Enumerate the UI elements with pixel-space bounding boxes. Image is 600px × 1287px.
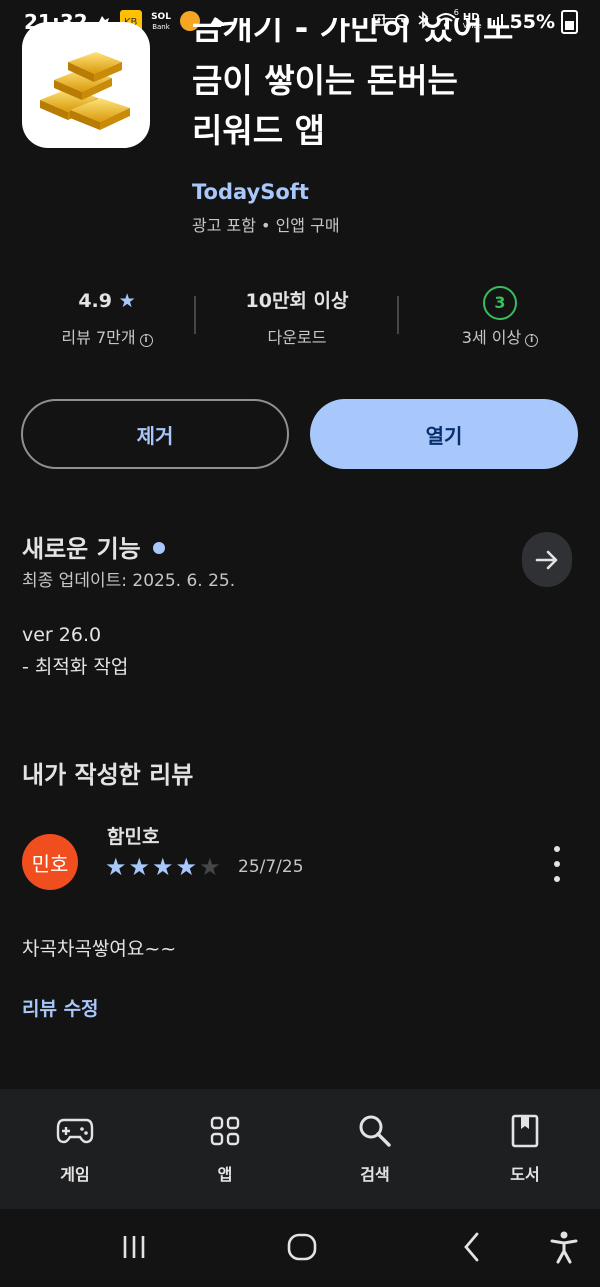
more-options-icon[interactable] <box>548 846 566 882</box>
sol-label: SOL <box>151 11 171 22</box>
star-filled-icon: ★ <box>152 853 174 881</box>
my-review-title: 내가 작성한 리뷰 <box>22 761 194 789</box>
downloads-value: 10만회 이상 <box>245 290 349 312</box>
accessibility-icon <box>550 1231 578 1264</box>
whats-new-header: 새로운 기능 <box>22 529 165 564</box>
downloads-stat: 10만회 이상 다운로드 <box>212 286 382 348</box>
nav-games[interactable]: 게임 <box>20 1089 130 1185</box>
wifi-number: 6 <box>453 8 459 17</box>
back-button[interactable] <box>450 1229 494 1265</box>
apps-grid-icon <box>170 1111 280 1151</box>
rating-value: 4.9 <box>78 290 112 312</box>
star-filled-icon: ★ <box>105 853 127 881</box>
app-title-line-1: 금캐기 - 가만히 있어도 <box>192 18 514 46</box>
recents-button[interactable] <box>112 1229 156 1265</box>
home-button[interactable] <box>280 1229 324 1265</box>
star-empty-icon: ★ <box>199 853 221 881</box>
whats-new-arrow-button[interactable] <box>522 532 572 587</box>
rating-stat[interactable]: 4.9 ★ 리뷰 7만개 i <box>22 286 192 348</box>
nav-apps-label: 앱 <box>217 1165 233 1184</box>
system-navigation-bar <box>0 1209 600 1287</box>
accessibility-button[interactable] <box>544 1229 584 1265</box>
version-text: ver 26.0 <box>22 624 102 646</box>
home-icon <box>287 1233 317 1261</box>
star-rating: ★ ★ ★ ★ ★ <box>105 853 221 881</box>
gold-bars-icon <box>40 52 130 130</box>
arrow-right-icon <box>535 550 558 569</box>
reviewer-name: 함민호 <box>107 826 160 848</box>
open-button[interactable]: 열기 <box>310 399 578 469</box>
star-filled-icon: ★ <box>175 853 198 881</box>
nav-search[interactable]: 검색 <box>320 1089 430 1185</box>
book-icon <box>470 1111 580 1151</box>
nav-search-label: 검색 <box>360 1165 390 1184</box>
nav-games-label: 게임 <box>60 1165 90 1184</box>
app-title: 금캐기 - 가만히 있어도 금이 쌓이는 돈버는 리워드 앱 <box>192 18 572 156</box>
age-rating-label: 3세 이상 <box>461 328 522 347</box>
app-title-line-2: 금이 쌓이는 돈버는 <box>192 61 458 100</box>
nav-books[interactable]: 도서 <box>470 1089 580 1185</box>
reviews-count: 리뷰 7만개 <box>61 328 136 347</box>
stat-divider <box>194 296 196 334</box>
developer-link[interactable]: TodaySoft <box>192 180 309 204</box>
new-indicator-dot <box>152 542 165 554</box>
app-subinfo: 광고 포함 • 인앱 구매 <box>192 216 340 235</box>
info-icon: i <box>139 334 153 347</box>
stat-divider <box>397 296 399 334</box>
review-date: 25/7/25 <box>238 857 304 877</box>
nav-apps[interactable]: 앱 <box>170 1089 280 1185</box>
age-rating-stat[interactable]: 3 3세 이상 i <box>415 286 585 348</box>
app-title-line-3: 리워드 앱 <box>192 111 325 150</box>
sol-bank-icon: SOL Bank <box>148 10 174 32</box>
info-icon: i <box>525 334 539 347</box>
uninstall-button[interactable]: 제거 <box>21 399 289 469</box>
avatar: 민호 <box>22 834 78 890</box>
app-icon <box>22 22 150 148</box>
nav-books-label: 도서 <box>510 1165 540 1184</box>
back-icon <box>464 1232 479 1262</box>
gamepad-icon <box>20 1111 130 1151</box>
review-text: 차곡차곡쌓여요~~ <box>22 938 177 960</box>
downloads-label: 다운로드 <box>267 328 327 347</box>
search-icon <box>320 1111 430 1151</box>
last-updated: 최종 업데이트: 2025. 6. 25. <box>22 571 236 591</box>
release-notes: - 최적화 작업 <box>22 656 129 678</box>
bank-label: Bank <box>152 22 170 31</box>
rating-star-icon: ★ <box>118 290 136 312</box>
bottom-navigation: 게임 앱 검색 도서 <box>0 1089 600 1209</box>
recents-icon <box>123 1236 145 1258</box>
age-rating-badge: 3 <box>483 286 517 320</box>
whats-new-title: 새로운 기능 <box>22 535 141 563</box>
edit-review-link[interactable]: 리뷰 수정 <box>22 994 99 1021</box>
star-filled-icon: ★ <box>128 853 151 881</box>
